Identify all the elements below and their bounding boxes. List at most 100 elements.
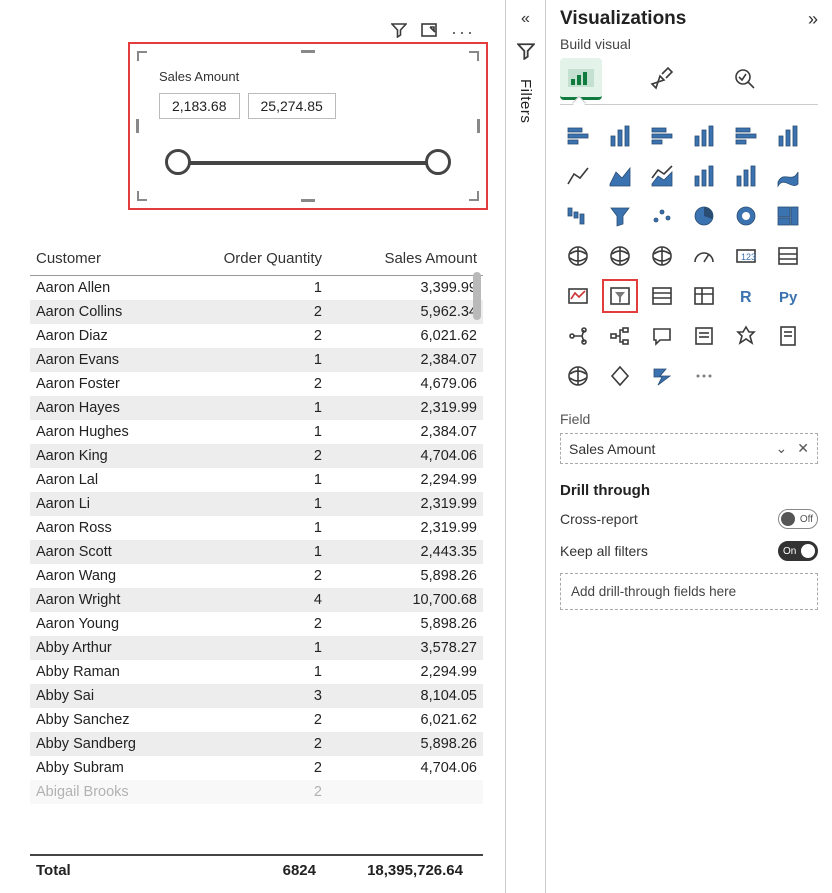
viz-line-icon[interactable] (560, 159, 596, 193)
viz-stacked-column-100-icon[interactable] (770, 119, 806, 153)
viz-arcgis-icon[interactable] (560, 359, 596, 393)
table-row[interactable]: Aaron Diaz26,021.62 (30, 324, 483, 348)
col-customer[interactable]: Customer (30, 244, 210, 276)
viz-kpi-icon[interactable] (560, 279, 596, 313)
table-row[interactable]: Aaron Evans12,384.07 (30, 348, 483, 372)
viz-map-icon[interactable] (560, 239, 596, 273)
resize-handle[interactable] (301, 198, 315, 202)
table-row[interactable]: Aaron Hayes12,319.99 (30, 396, 483, 420)
resize-handle[interactable] (469, 51, 479, 61)
viz-multi-row-card-icon[interactable] (770, 239, 806, 273)
table-visual[interactable]: Customer Order Quantity Sales Amount Aar… (30, 244, 483, 883)
resize-handle[interactable] (137, 191, 147, 201)
viz-scatter-icon[interactable] (644, 199, 680, 233)
viz-clustered-bar-icon[interactable] (644, 119, 680, 153)
filters-pane-collapsed[interactable]: « Filters (506, 0, 546, 893)
expand-icon[interactable]: » (808, 9, 818, 30)
total-sales: 18,395,726.64 (316, 862, 477, 879)
resize-handle[interactable] (136, 119, 140, 133)
table-row[interactable]: Aaron Allen13,399.99 (30, 276, 483, 301)
viz-matrix-icon[interactable] (686, 279, 722, 313)
tab-format-visual[interactable] (642, 58, 684, 100)
viz-donut-icon[interactable] (728, 199, 764, 233)
table-row[interactable]: Aaron Scott12,443.35 (30, 540, 483, 564)
collapse-icon[interactable]: « (521, 10, 530, 28)
viz-more-icon[interactable] (686, 359, 722, 393)
viz-table-icon[interactable] (644, 279, 680, 313)
resize-handle[interactable] (301, 50, 315, 54)
more-options-icon[interactable]: ··· (451, 22, 475, 43)
tab-build-visual[interactable] (560, 58, 602, 100)
table-row[interactable]: Abby Raman12,294.99 (30, 660, 483, 684)
col-order-qty[interactable]: Order Quantity (210, 244, 328, 276)
table-row[interactable]: Abby Subram24,704.06 (30, 756, 483, 780)
keep-filters-toggle[interactable]: On (778, 541, 818, 561)
viz-key-influencers-icon[interactable] (560, 319, 596, 353)
viz-powerapps-icon[interactable] (602, 359, 638, 393)
table-row[interactable]: Aaron Collins25,962.34 (30, 300, 483, 324)
viz-stacked-bar-icon[interactable] (560, 119, 596, 153)
viz-decomposition-tree-icon[interactable] (602, 319, 638, 353)
cell-customer: Abby Subram (30, 756, 210, 780)
viz-treemap-icon[interactable] (770, 199, 806, 233)
viz-stacked-area-icon[interactable] (644, 159, 680, 193)
viz-line-stacked-column-icon[interactable] (686, 159, 722, 193)
viz-r-visual-icon[interactable]: R (728, 279, 764, 313)
table-row[interactable]: Abby Sai38,104.05 (30, 684, 483, 708)
viz-line-clustered-column-icon[interactable] (728, 159, 764, 193)
viz-pie-icon[interactable] (686, 199, 722, 233)
table-row[interactable]: Abby Arthur13,578.27 (30, 636, 483, 660)
viz-paginated-icon[interactable] (770, 319, 806, 353)
col-sales-amount[interactable]: Sales Amount (328, 244, 483, 276)
viz-waterfall-icon[interactable] (560, 199, 596, 233)
viz-area-icon[interactable] (602, 159, 638, 193)
viz-funnel-icon[interactable] (602, 199, 638, 233)
table-row[interactable]: Abigail Brooks2 (30, 780, 483, 804)
table-row[interactable]: Aaron King24,704.06 (30, 444, 483, 468)
scrollbar-thumb[interactable] (473, 272, 481, 320)
resize-handle[interactable] (137, 51, 147, 61)
table-row[interactable]: Aaron Ross12,319.99 (30, 516, 483, 540)
slicer-handle-min[interactable] (165, 149, 191, 175)
slicer-min-input[interactable]: 2,183.68 (159, 93, 240, 119)
viz-py-visual-icon[interactable]: Py (770, 279, 806, 313)
cell-sales: 4,679.06 (328, 372, 483, 396)
chevron-down-icon[interactable]: ⌄ (776, 440, 788, 457)
viz-goals-icon[interactable] (728, 319, 764, 353)
resize-handle[interactable] (476, 119, 480, 133)
viz-card-icon[interactable]: 123 (728, 239, 764, 273)
filter-icon[interactable] (391, 22, 407, 43)
viz-azure-map-icon[interactable] (644, 239, 680, 273)
viz-stacked-bar-100-icon[interactable] (728, 119, 764, 153)
table-row[interactable]: Aaron Li12,319.99 (30, 492, 483, 516)
table-row[interactable]: Aaron Foster24,679.06 (30, 372, 483, 396)
viz-clustered-column-icon[interactable] (686, 119, 722, 153)
drill-through-dropzone[interactable]: Add drill-through fields here (560, 573, 818, 610)
slicer-visual[interactable]: Sales Amount 2,183.68 25,274.85 (128, 42, 488, 210)
resize-handle[interactable] (469, 191, 479, 201)
table-scrollbar[interactable] (473, 248, 481, 828)
table-row[interactable]: Abby Sandberg25,898.26 (30, 732, 483, 756)
tab-analytics[interactable] (724, 58, 766, 100)
viz-filled-map-icon[interactable] (602, 239, 638, 273)
table-row[interactable]: Abby Sanchez26,021.62 (30, 708, 483, 732)
slicer-track[interactable] (177, 161, 439, 165)
cross-report-toggle[interactable]: Off (778, 509, 818, 529)
table-row[interactable]: Aaron Hughes12,384.07 (30, 420, 483, 444)
table-row[interactable]: Aaron Young25,898.26 (30, 612, 483, 636)
viz-ribbon-icon[interactable] (770, 159, 806, 193)
field-well[interactable]: Sales Amount ⌄ ✕ (560, 433, 818, 464)
slicer-handle-max[interactable] (425, 149, 451, 175)
remove-field-icon[interactable]: ✕ (797, 440, 809, 457)
viz-gauge-icon[interactable] (686, 239, 722, 273)
table-row[interactable]: Aaron Wright410,700.68 (30, 588, 483, 612)
focus-mode-icon[interactable] (421, 22, 437, 43)
table-row[interactable]: Aaron Wang25,898.26 (30, 564, 483, 588)
viz-stacked-column-icon[interactable] (602, 119, 638, 153)
viz-narrative-icon[interactable] (686, 319, 722, 353)
viz-slicer-icon[interactable] (602, 279, 638, 313)
viz-qna-icon[interactable] (644, 319, 680, 353)
table-row[interactable]: Aaron Lal12,294.99 (30, 468, 483, 492)
viz-powerautomate-icon[interactable] (644, 359, 680, 393)
slicer-max-input[interactable]: 25,274.85 (248, 93, 336, 119)
